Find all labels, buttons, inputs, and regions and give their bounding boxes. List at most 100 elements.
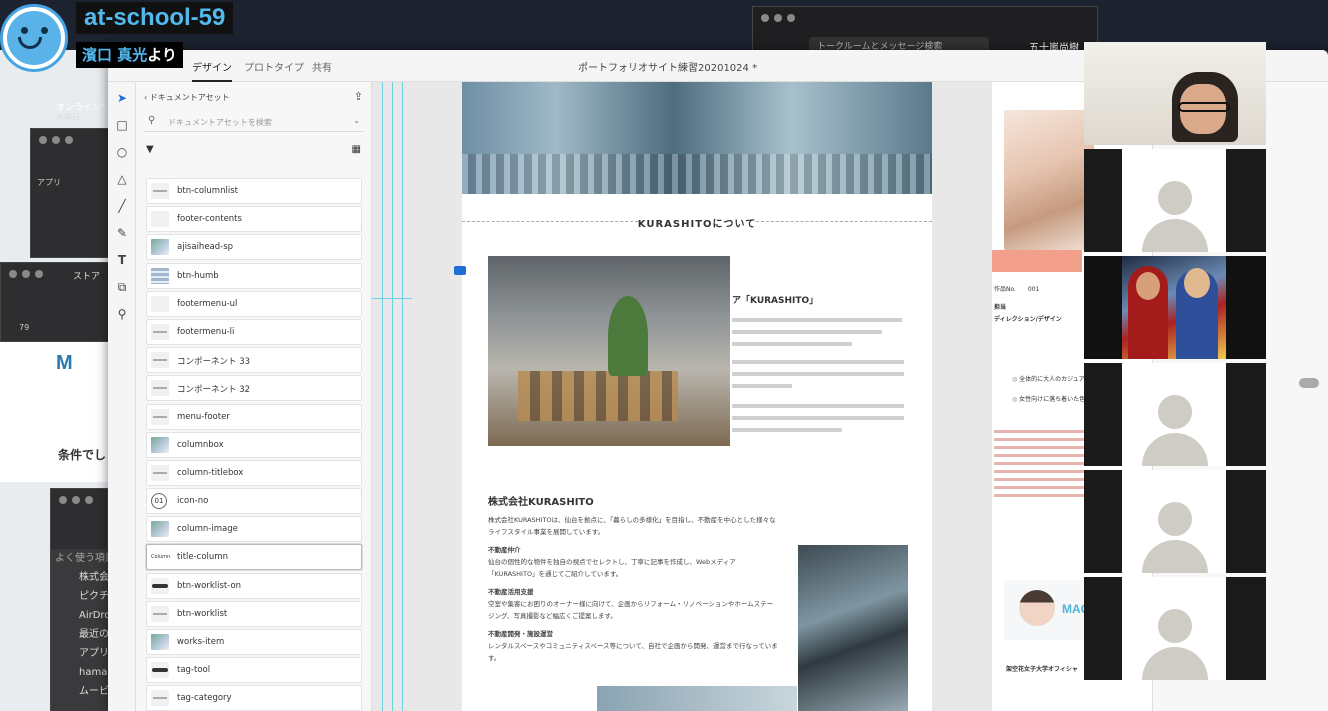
asset-item[interactable]: ajisaihead-sp xyxy=(146,234,362,261)
asset-item[interactable]: menu-footer xyxy=(146,403,362,430)
chat-window: トークルームとメッセージ検索 五十嵐尚樹 xyxy=(752,6,1098,57)
assets-back-button[interactable]: ‹ ドキュメントアセット xyxy=(144,92,230,103)
role-value: ディレクション/デザイン xyxy=(994,316,1062,323)
chevron-down-icon[interactable]: ⌄ xyxy=(353,116,360,125)
asset-label: tag-tool xyxy=(177,665,211,676)
asset-label: btn-worklist-on xyxy=(177,580,242,591)
asset-item[interactable]: コンポーネント 33 xyxy=(146,347,362,374)
finder-item[interactable]: アプリ xyxy=(51,644,109,663)
service-body: レンタルスペースやコミュニティスペース等について、自社で企画から開発、運営まで行… xyxy=(488,642,778,662)
brand-letter: M xyxy=(56,352,73,374)
tab-share[interactable]: 共有 xyxy=(312,59,332,74)
channel-name: at-school-59 xyxy=(76,2,234,34)
assets-search-input[interactable]: ⚲ ドキュメントアセットを検索 ⌄ xyxy=(144,114,364,132)
asset-thumbnail xyxy=(151,605,169,622)
zoom-icon[interactable]: ⚲ xyxy=(114,306,130,322)
video-call-tiles xyxy=(1084,42,1266,682)
rectangle-icon[interactable]: □ xyxy=(114,117,130,133)
asset-thumbnail xyxy=(151,690,169,707)
avatar-placeholder-icon xyxy=(1158,181,1192,215)
asset-thumbnail xyxy=(151,183,169,199)
asset-item[interactable]: btn-worklist-on xyxy=(146,572,362,599)
video-tile-participant[interactable] xyxy=(1084,577,1266,680)
service-title: 不動産開発・施設運営 xyxy=(488,630,553,638)
asset-thumbnail: Column xyxy=(151,549,170,566)
asset-item[interactable]: 01 icon-no xyxy=(146,488,362,515)
asset-thumbnail xyxy=(151,577,169,594)
asset-label: btn-worklist xyxy=(177,608,228,619)
export-icon[interactable]: ⇪ xyxy=(354,90,363,103)
service-title: 不動産仲介 xyxy=(488,546,521,554)
service-title: 不動産活用支援 xyxy=(488,588,534,596)
asset-item[interactable]: tag-category xyxy=(146,685,362,711)
finder-item[interactable]: ピクチ xyxy=(51,587,109,606)
finder-item[interactable]: AirDro xyxy=(51,606,109,625)
triangle-icon[interactable]: △ xyxy=(114,171,130,187)
asset-thumbnail xyxy=(151,521,169,538)
asset-label: menu-footer xyxy=(177,411,230,422)
line-icon[interactable]: ╱ xyxy=(114,198,130,214)
asset-label: コンポーネント 33 xyxy=(177,357,251,368)
asset-item[interactable]: columnbox xyxy=(146,431,362,458)
background-window-browser: アプリ xyxy=(30,128,110,258)
asset-thumbnail xyxy=(151,267,169,284)
avatar-placeholder-icon xyxy=(1158,502,1192,536)
asset-label: btn-columnlist xyxy=(177,186,238,196)
video-tile-presenter[interactable] xyxy=(1084,42,1266,145)
asset-item[interactable]: footer-contents xyxy=(146,206,362,233)
ellipse-icon[interactable]: ○ xyxy=(114,144,130,160)
company-description: 株式会社KURASHITOは、仙台を拠点に、「暮らしの多様化」を目指し、不動産を… xyxy=(488,516,776,536)
text-icon[interactable]: T xyxy=(114,252,130,268)
select-icon[interactable]: ➤ xyxy=(114,90,130,106)
media-title: ア「KURASHITO」 xyxy=(732,296,819,306)
work-no-label: 作品No. xyxy=(994,286,1016,293)
asset-item[interactable]: column-image xyxy=(146,516,362,543)
tab-count: 79 xyxy=(19,323,30,332)
office-photo xyxy=(488,256,730,446)
asset-item[interactable]: works-item xyxy=(146,629,362,655)
asset-thumbnail xyxy=(151,323,169,340)
condition-text: 条件でし xyxy=(58,448,107,462)
artboard-main[interactable]: KURASHITOについて ア「KURASHITO」 株式会社KURASHITO… xyxy=(462,82,932,711)
artboard-icon[interactable]: ⧉ xyxy=(114,279,130,295)
video-tile-participant[interactable] xyxy=(1084,363,1266,466)
finder-item[interactable]: hama xyxy=(51,663,109,682)
video-tile-participant[interactable] xyxy=(1084,149,1266,252)
asset-label: works-item xyxy=(177,637,225,647)
finder-item[interactable]: ムービ xyxy=(51,682,109,701)
asset-item[interactable]: footermenu-li xyxy=(146,318,362,345)
asset-item[interactable]: tag-tool xyxy=(146,657,362,684)
service-body: 仙台の個性的な物件を独自の視点でセレクトし、丁寧に記事を作成し、Webメディア「… xyxy=(488,558,736,578)
tab-design[interactable]: デザイン xyxy=(192,59,232,82)
tab-prototype[interactable]: プロトタイプ xyxy=(244,59,304,74)
asset-item[interactable]: column-titlebox xyxy=(146,459,362,486)
asset-list: btn-columnlist footer-contents ajisaihead-… xyxy=(146,178,362,711)
document-title[interactable]: ポートフォリオサイト練習20201024 * xyxy=(578,59,757,74)
check-item: 全体的に大人のカジュア xyxy=(1012,374,1084,383)
finder-item[interactable]: 株式会 xyxy=(51,568,109,587)
asset-label: footer-contents xyxy=(177,214,242,225)
asset-label: ajisaihead-sp xyxy=(177,242,234,253)
check-item: 女性向けに落ち着いた色 xyxy=(1012,394,1085,403)
video-tile-participant[interactable] xyxy=(1084,470,1266,573)
asset-item[interactable]: Column title-column xyxy=(146,544,362,571)
hero-image xyxy=(462,82,932,194)
toggle-switch[interactable] xyxy=(1299,378,1319,388)
component-marker-icon[interactable] xyxy=(454,266,466,275)
asset-thumbnail xyxy=(151,380,169,397)
asset-item[interactable]: footermenu-ul xyxy=(146,290,362,317)
grid-view-icon[interactable]: ▦ xyxy=(352,144,361,155)
pen-icon[interactable]: ✎ xyxy=(114,225,130,241)
card-title: 架空花女子大学オフィシャ xyxy=(1006,666,1078,673)
filter-icon[interactable]: ▼ xyxy=(146,144,154,155)
background-window-store: ストア 79 xyxy=(0,262,110,342)
asset-item[interactable]: コンポーネント 32 xyxy=(146,375,362,402)
asset-item[interactable]: btn-columnlist xyxy=(146,178,362,204)
sender-suffix: より xyxy=(147,46,177,64)
asset-item[interactable]: btn-humb xyxy=(146,262,362,289)
finder-item[interactable]: 最近の xyxy=(51,625,109,644)
video-tile-participant[interactable] xyxy=(1084,256,1266,359)
finder-window: よく使う項目 株式会 ピクチ AirDro 最近の アプリ hama ムービ xyxy=(50,488,109,711)
asset-item[interactable]: btn-worklist xyxy=(146,600,362,627)
asset-thumbnail xyxy=(151,464,169,481)
